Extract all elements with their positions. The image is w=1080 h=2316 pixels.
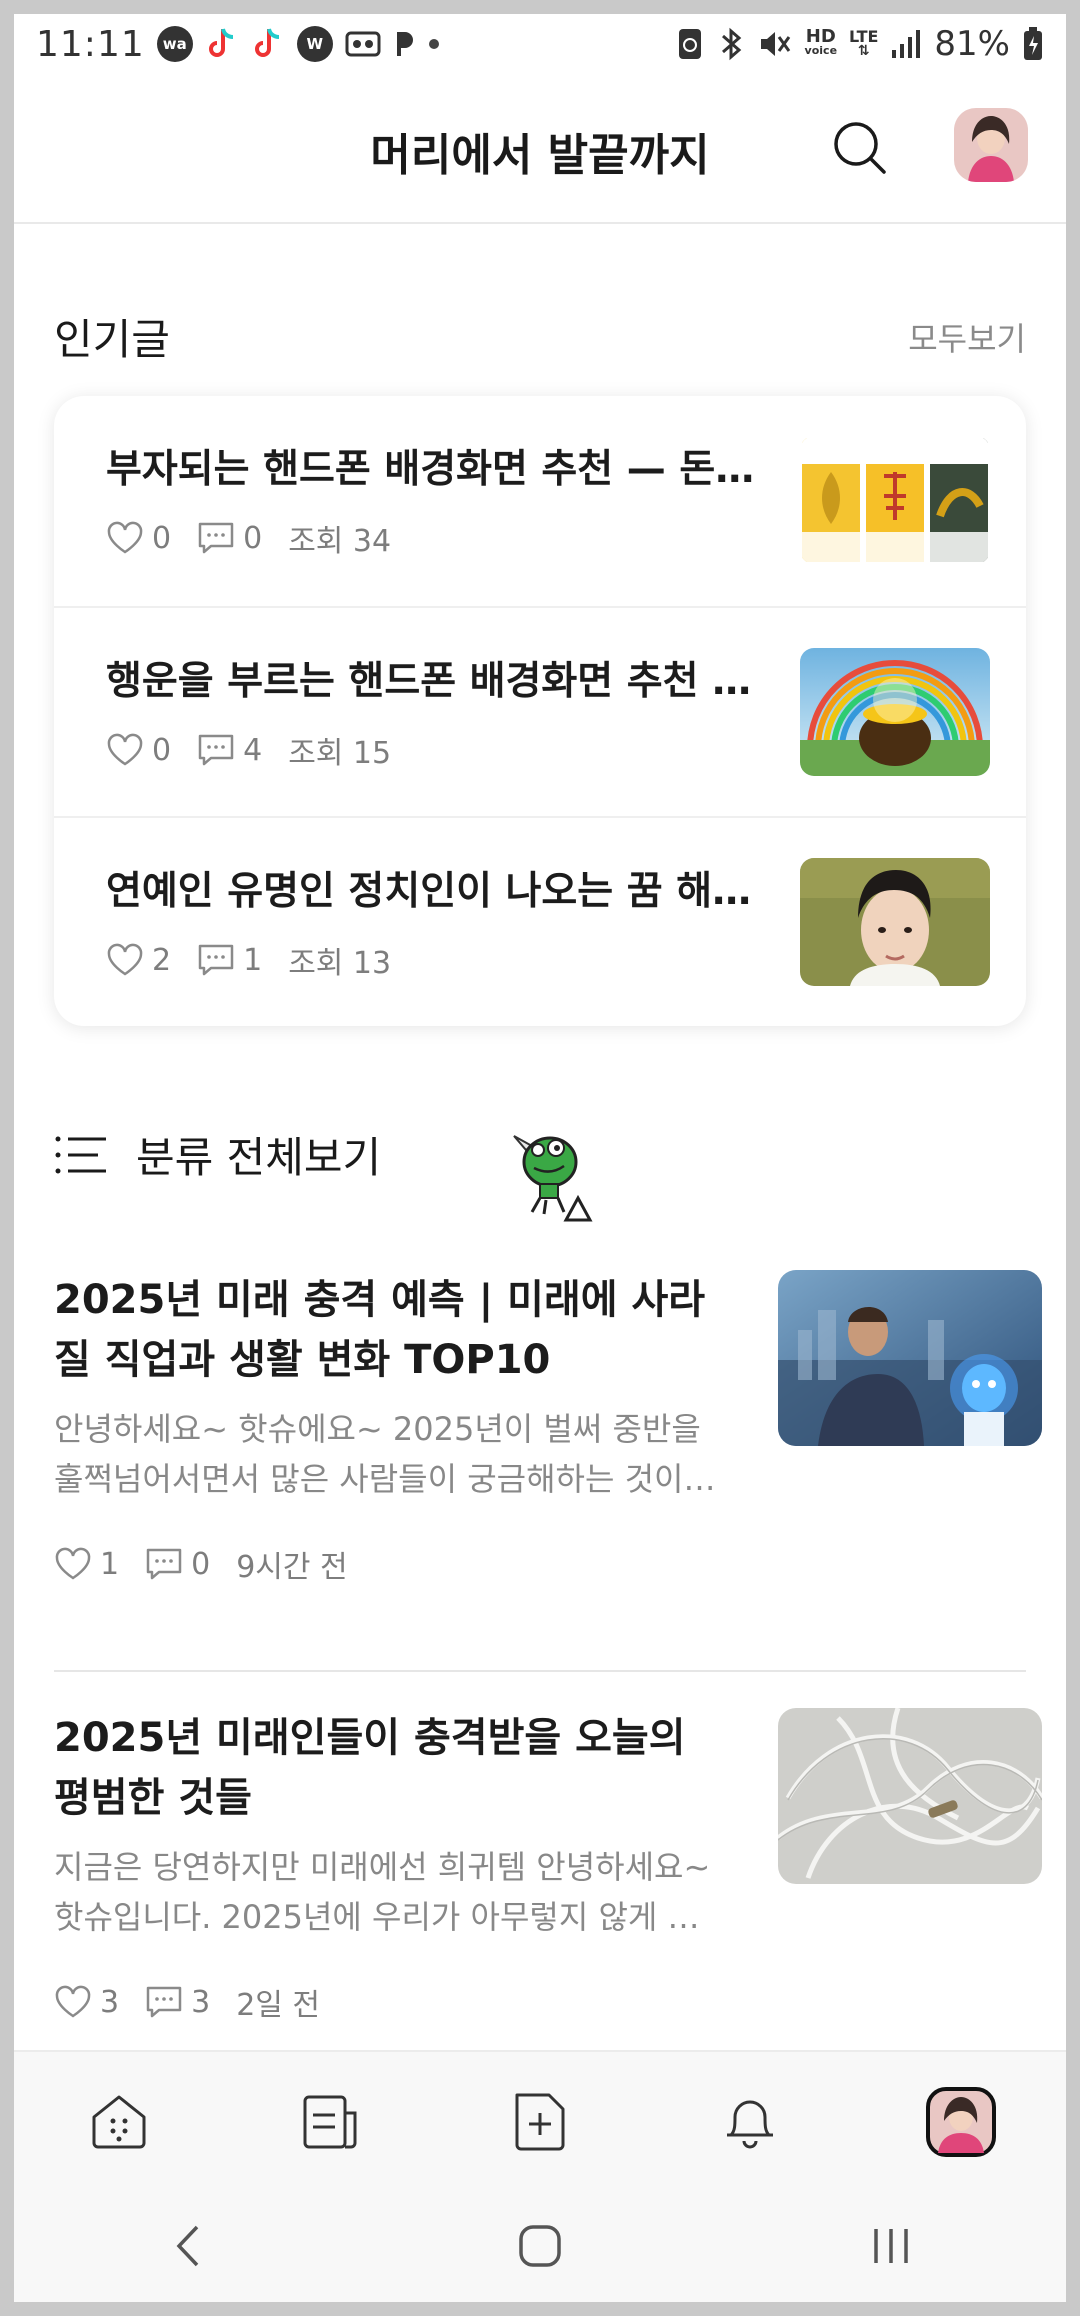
feed-post-meta: 1 0 9시간 전 [54, 1542, 348, 1586]
comment-count: 4 [243, 732, 263, 768]
list-icon [55, 1136, 106, 1173]
comment-count: 0 [243, 520, 263, 556]
popular-posts-card: 부자되는 핸드폰 배경화면 추천 — 돈… 0 0 조회 34 행운을 부르는 … [54, 396, 1026, 1026]
frog-mascot-icon [494, 1114, 604, 1224]
dot-icon [428, 39, 439, 49]
cassette-icon [345, 29, 381, 59]
recycle-icon [675, 27, 705, 61]
recents-icon [873, 2229, 908, 2263]
popular-heading: 인기글 [54, 315, 170, 364]
post-thumbnail[interactable] [800, 648, 990, 776]
system-back-button[interactable] [149, 2211, 229, 2281]
heart-icon[interactable] [106, 733, 144, 767]
heart-icon[interactable] [54, 1547, 92, 1581]
comment-count: 0 [191, 1546, 211, 1582]
battery-icon [1022, 26, 1044, 62]
nav-profile-button[interactable] [921, 2082, 1001, 2162]
post-thumbnail[interactable] [800, 436, 990, 564]
like-count: 0 [152, 520, 172, 556]
back-icon [176, 2225, 199, 2267]
comment-count: 3 [191, 1984, 211, 2020]
like-count: 2 [152, 942, 172, 978]
feed-post-title[interactable]: 2025년 미래 충격 예측 | 미래에 사라질 직업과 생활 변화 TOP10 [54, 1270, 734, 1390]
view-count: 조회 34 [288, 524, 392, 559]
home-square-icon [519, 2225, 561, 2267]
popular-post-item[interactable]: 부자되는 핸드폰 배경화면 추천 — 돈… 0 0 조회 34 [54, 396, 1026, 606]
lte-icon: LTE ⇅ [849, 27, 879, 59]
blog-title[interactable]: 머리에서 발끝까지 [14, 119, 1066, 183]
comment-icon[interactable] [145, 1547, 183, 1581]
mute-icon [757, 27, 793, 61]
tiktok-icon [205, 26, 239, 62]
status-time: 11:11 [36, 23, 145, 65]
feed-post-meta: 3 3 2일 전 [54, 1980, 320, 2024]
wa-icon: wa [156, 26, 193, 62]
document-icon [303, 2095, 357, 2149]
post-time: 9시간 전 [236, 1550, 348, 1585]
view-count: 조회 15 [288, 736, 392, 771]
app-header: 머리에서 발끝까지 [14, 74, 1066, 224]
comment-count: 1 [243, 942, 263, 978]
search-icon [834, 122, 886, 174]
signal-icon [890, 28, 922, 60]
add-post-icon [515, 2093, 565, 2151]
popular-post-item[interactable]: 연예인 유명인 정치인이 나오는 꿈 해… 2 1 조회 13 [54, 816, 1026, 1026]
post-time: 2일 전 [236, 1988, 321, 2023]
post-title[interactable]: 행운을 부르는 핸드폰 배경화면 추천 … [106, 650, 786, 706]
bottom-navigation [14, 2050, 1066, 2192]
battery-percent: 81% [934, 24, 1010, 64]
heart-icon[interactable] [54, 1985, 92, 2019]
feed-post[interactable]: 2025년 미래 충격 예측 | 미래에 사라질 직업과 생활 변화 TOP10… [54, 1270, 1042, 1585]
like-count: 1 [100, 1546, 120, 1582]
home-icon [92, 2095, 146, 2149]
app-screen: 11:11 wa W HD voice LTE ⇅ 81% 머리에서 발끝까지 … [14, 14, 1066, 2302]
like-count: 3 [100, 1984, 120, 2020]
category-all-button[interactable]: 분류 전체보기 [54, 1124, 381, 1185]
feed-post-thumbnail[interactable] [778, 1708, 1042, 1884]
system-recents-button[interactable] [851, 2211, 931, 2281]
view-count: 조회 13 [288, 946, 392, 981]
profile-avatar[interactable] [954, 108, 1028, 182]
heart-icon[interactable] [106, 521, 144, 555]
post-meta: 0 0 조회 34 [106, 516, 391, 560]
heart-icon[interactable] [106, 943, 144, 977]
system-navigation [14, 2190, 1066, 2302]
hd-voice-icon: HD voice [804, 26, 838, 58]
see-all-link[interactable]: 모두보기 [908, 314, 1026, 360]
nav-write-button[interactable] [500, 2082, 580, 2162]
w-icon: W [296, 26, 333, 62]
bell-icon [727, 2100, 774, 2149]
bluetooth-icon [717, 26, 745, 62]
feed-post-excerpt: 안녕하세요~ 핫슈에요~ 2025년이 벌써 중반을 훌쩍넘어서면서 많은 사람… [54, 1410, 716, 1498]
post-meta: 0 4 조회 15 [106, 728, 391, 772]
feed-post[interactable]: 2025년 미래인들이 충격받을 오늘의 평범한 것들 지금은 당연하지만 미래… [54, 1708, 1042, 2023]
post-meta: 2 1 조회 13 [106, 938, 391, 982]
comment-icon[interactable] [197, 733, 235, 767]
feed-divider [54, 1670, 1026, 1672]
nav-notifications-button[interactable] [710, 2082, 790, 2162]
search-button[interactable] [830, 118, 890, 178]
comment-icon[interactable] [145, 1985, 183, 2019]
comment-icon[interactable] [197, 521, 235, 555]
profile-avatar-icon [925, 2087, 996, 2157]
feed-post-thumbnail[interactable] [778, 1270, 1042, 1446]
category-label: 분류 전체보기 [136, 1133, 382, 1182]
like-count: 0 [152, 732, 172, 768]
popular-post-item[interactable]: 행운을 부르는 핸드폰 배경화면 추천 … 0 4 조회 15 [54, 606, 1026, 818]
post-title[interactable]: 연예인 유명인 정치인이 나오는 꿈 해… [106, 860, 786, 916]
comment-icon[interactable] [197, 943, 235, 977]
post-title[interactable]: 부자되는 핸드폰 배경화면 추천 — 돈… [106, 438, 786, 494]
tiktok-icon [251, 26, 285, 62]
nav-feed-button[interactable] [290, 2082, 370, 2162]
pay-icon [393, 28, 417, 60]
post-thumbnail[interactable] [800, 858, 990, 986]
system-home-button[interactable] [500, 2211, 580, 2281]
feed-post-title[interactable]: 2025년 미래인들이 충격받을 오늘의 평범한 것들 [54, 1708, 734, 1828]
feed-post-excerpt: 지금은 당연하지만 미래에선 희귀템 안녕하세요~ 핫슈입니다. 2025년에 … [54, 1848, 711, 1936]
nav-home-button[interactable] [79, 2082, 159, 2162]
status-bar: 11:11 wa W HD voice LTE ⇅ 81% [14, 14, 1066, 74]
